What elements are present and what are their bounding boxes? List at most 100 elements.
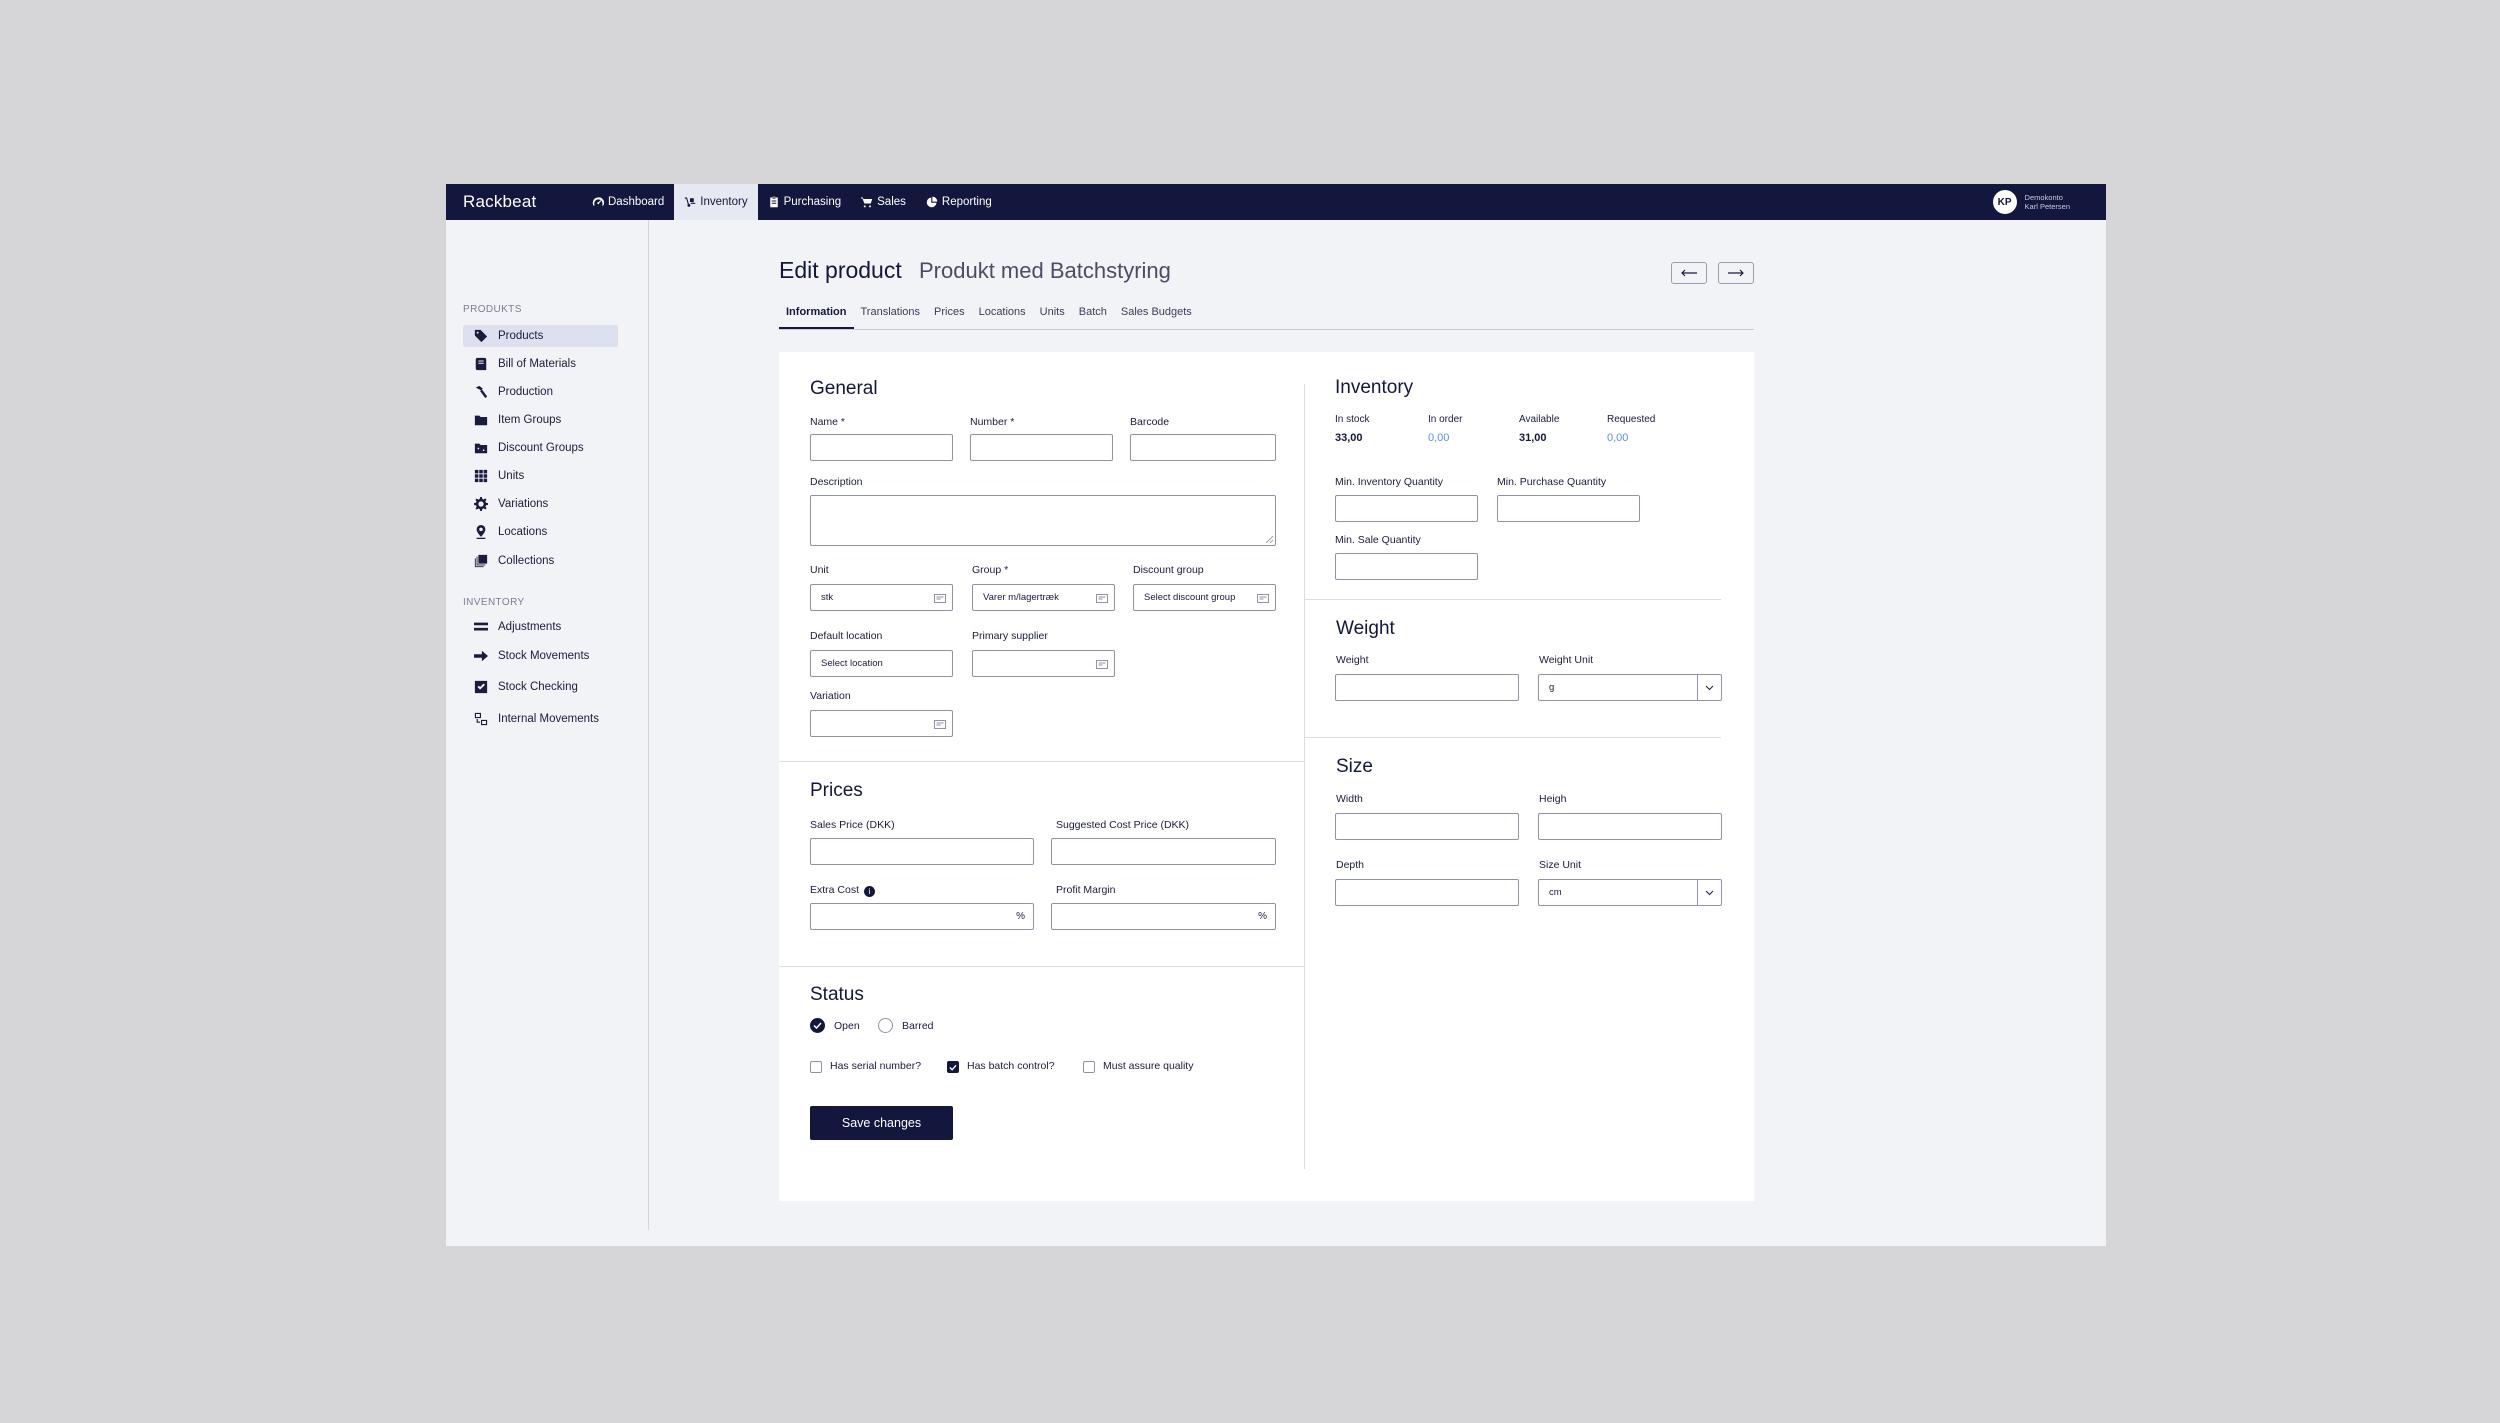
sidebar-item-item-groups[interactable]: Item Groups	[463, 409, 618, 431]
depth-label: Depth	[1336, 859, 1365, 871]
arrow-left-icon	[1681, 269, 1697, 277]
description-textarea[interactable]	[810, 495, 1276, 546]
number-label: Number *	[970, 416, 1015, 428]
info-icon[interactable]: i	[864, 886, 876, 897]
tab-prices[interactable]: Prices	[927, 302, 972, 329]
profit-margin-input[interactable]: %	[1051, 903, 1276, 930]
default-location-select[interactable]: Select location	[810, 650, 953, 677]
in-order-value[interactable]: 0,00	[1428, 432, 1449, 444]
extra-cost-input[interactable]: %	[810, 903, 1034, 930]
number-input[interactable]	[970, 434, 1113, 461]
weight-section-title: Weight	[1336, 618, 1395, 639]
next-product-button[interactable]	[1718, 262, 1754, 284]
name-input[interactable]	[810, 434, 953, 461]
product-form-card: General Name * Number * Barcode Descript…	[779, 352, 1754, 1201]
assure-quality-label: Must assure quality	[1103, 1060, 1194, 1072]
sidebar-item-label: Variations	[498, 498, 549, 510]
tab-locations[interactable]: Locations	[972, 302, 1033, 329]
list-picker-icon	[1096, 594, 1108, 603]
section-divider	[1305, 737, 1721, 738]
sidebar-item-label: Production	[498, 386, 553, 398]
sidebar-item-collections[interactable]: Collections	[463, 550, 618, 572]
list-picker-icon	[934, 720, 946, 729]
percent-suffix: %	[1016, 911, 1025, 922]
user-menu[interactable]: KP Demokonto Karl Petersen	[1992, 190, 2070, 214]
discount-group-label: Discount group	[1133, 564, 1204, 576]
tab-information[interactable]: Information	[779, 302, 854, 329]
status-open-radio[interactable]	[810, 1018, 825, 1033]
sidebar-item-label: Products	[498, 330, 544, 342]
section-divider	[1305, 599, 1721, 600]
tab-translations[interactable]: Translations	[854, 302, 928, 329]
nav-purchasing-label: Purchasing	[783, 196, 842, 208]
nav-inventory[interactable]: Inventory	[674, 184, 758, 220]
tab-units[interactable]: Units	[1033, 302, 1072, 329]
tab-batch[interactable]: Batch	[1072, 302, 1114, 329]
sidebar-item-label: Stock Checking	[498, 681, 578, 693]
general-section-title: General	[810, 378, 878, 399]
sidebar-item-production[interactable]: Production	[463, 381, 618, 403]
suggested-cost-input[interactable]	[1051, 838, 1276, 865]
size-unit-select[interactable]: cm	[1538, 879, 1722, 906]
size-unit-label: Size Unit	[1539, 859, 1582, 871]
barcode-input[interactable]	[1130, 434, 1276, 461]
batch-control-checkbox[interactable]	[947, 1061, 959, 1073]
brand-logo[interactable]: Rackbeat	[463, 192, 536, 212]
unit-value: stk	[821, 592, 834, 603]
sliders-icon	[474, 622, 488, 631]
discount-group-placeholder: Select discount group	[1144, 592, 1236, 603]
width-input[interactable]	[1335, 813, 1519, 840]
column-divider	[1304, 384, 1305, 1169]
primary-supplier-picker[interactable]	[972, 650, 1115, 677]
resize-handle-icon[interactable]	[1266, 536, 1273, 543]
nav-sales[interactable]: Sales	[851, 184, 916, 220]
sidebar-item-bill-of-materials[interactable]: Bill of Materials	[463, 353, 618, 375]
sidebar-item-label: Item Groups	[498, 414, 562, 426]
sidebar-item-products[interactable]: Products	[463, 325, 618, 347]
avatar[interactable]: KP	[1992, 190, 2017, 214]
sidebar-item-stock-checking[interactable]: Stock Checking	[463, 676, 618, 698]
min-purchase-input[interactable]	[1497, 495, 1640, 522]
serial-number-checkbox[interactable]	[810, 1061, 822, 1073]
unit-label: Unit	[810, 564, 829, 576]
group-picker[interactable]: Varer m/lagertræk	[972, 584, 1115, 611]
arrow-right-icon	[474, 650, 488, 662]
assure-quality-checkbox[interactable]	[1083, 1061, 1095, 1073]
sidebar-item-label: Units	[498, 470, 525, 482]
sidebar-item-label: Bill of Materials	[498, 358, 576, 370]
sidebar-item-units[interactable]: Units	[463, 465, 618, 487]
sidebar-item-adjustments[interactable]: Adjustments	[463, 616, 618, 638]
sidebar-item-locations[interactable]: Locations	[463, 521, 618, 543]
status-barred-radio[interactable]	[878, 1018, 893, 1033]
sales-price-input[interactable]	[810, 838, 1034, 865]
check-square-icon	[474, 680, 488, 694]
requested-value[interactable]: 0,00	[1607, 432, 1628, 444]
save-changes-button[interactable]: Save changes	[810, 1106, 953, 1140]
nav-dashboard[interactable]: Dashboard	[582, 184, 674, 220]
sidebar-item-stock-movements[interactable]: Stock Movements	[463, 645, 618, 667]
weight-input[interactable]	[1335, 674, 1519, 701]
group-value: Varer m/lagertræk	[983, 592, 1059, 603]
height-input[interactable]	[1538, 813, 1722, 840]
variation-picker[interactable]	[810, 710, 953, 737]
tab-sales-budgets[interactable]: Sales Budgets	[1114, 302, 1199, 329]
sidebar-item-variations[interactable]: Variations	[463, 493, 618, 515]
weight-unit-select[interactable]: g	[1538, 674, 1722, 701]
depth-input[interactable]	[1335, 879, 1519, 906]
sidebar-item-discount-groups[interactable]: Discount Groups	[463, 437, 618, 459]
section-divider	[779, 966, 1304, 967]
unit-picker[interactable]: stk	[810, 584, 953, 611]
name-label: Name *	[810, 416, 846, 428]
prev-product-button[interactable]	[1671, 262, 1707, 284]
min-sale-input[interactable]	[1335, 553, 1478, 580]
in-order-label: In order	[1428, 414, 1463, 425]
check-icon	[949, 1064, 957, 1071]
sidebar: PRODUKTS Products Bill of Materials Prod…	[446, 220, 649, 1230]
profit-margin-label: Profit Margin	[1056, 884, 1116, 896]
min-inventory-input[interactable]	[1335, 495, 1478, 522]
sidebar-item-internal-movements[interactable]: Internal Movements	[463, 708, 618, 730]
section-divider	[779, 761, 1304, 762]
discount-group-picker[interactable]: Select discount group	[1133, 584, 1276, 611]
nav-reporting[interactable]: Reporting	[916, 184, 1002, 220]
nav-purchasing[interactable]: Purchasing	[758, 184, 852, 220]
